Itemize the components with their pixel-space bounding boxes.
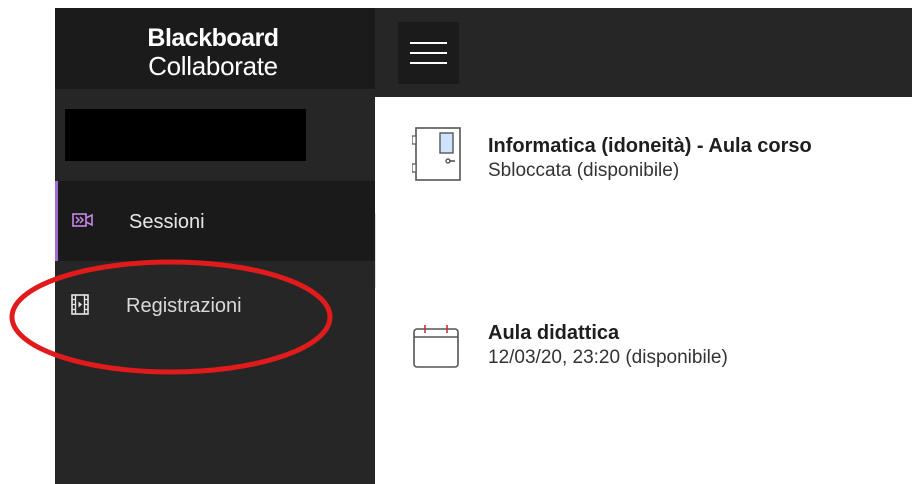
sidebar-item-label: Sessioni — [129, 211, 205, 233]
sidebar-item-registrazioni[interactable]: Registrazioni — [55, 264, 375, 344]
hamburger-menu-icon — [410, 42, 447, 44]
video-sessions-icon — [72, 211, 94, 229]
top-bar — [375, 8, 912, 97]
brand-logo: Blackboard Collaborate — [55, 8, 375, 89]
door-icon — [411, 126, 462, 185]
brand-line1: Blackboard — [147, 24, 279, 52]
session-title[interactable]: Aula didattica — [488, 322, 619, 345]
film-recordings-icon — [69, 294, 91, 315]
divider — [375, 213, 376, 288]
session-status: 12/03/20, 23:20 (disponibile) — [488, 347, 728, 368]
sidebar-item-label: Registrazioni — [126, 295, 242, 317]
redacted-user-name — [65, 109, 306, 161]
hamburger-menu-button[interactable] — [398, 22, 459, 84]
sidebar: Blackboard Collaborate Sessioni Registra… — [55, 8, 375, 484]
session-status: Sbloccata (disponibile) — [488, 160, 680, 181]
brand-line2: Collaborate — [148, 51, 278, 81]
session-title[interactable]: Informatica (idoneità) - Aula corso — [488, 135, 812, 158]
sidebar-item-sessioni[interactable]: Sessioni — [55, 181, 375, 261]
calendar-icon — [412, 323, 460, 373]
